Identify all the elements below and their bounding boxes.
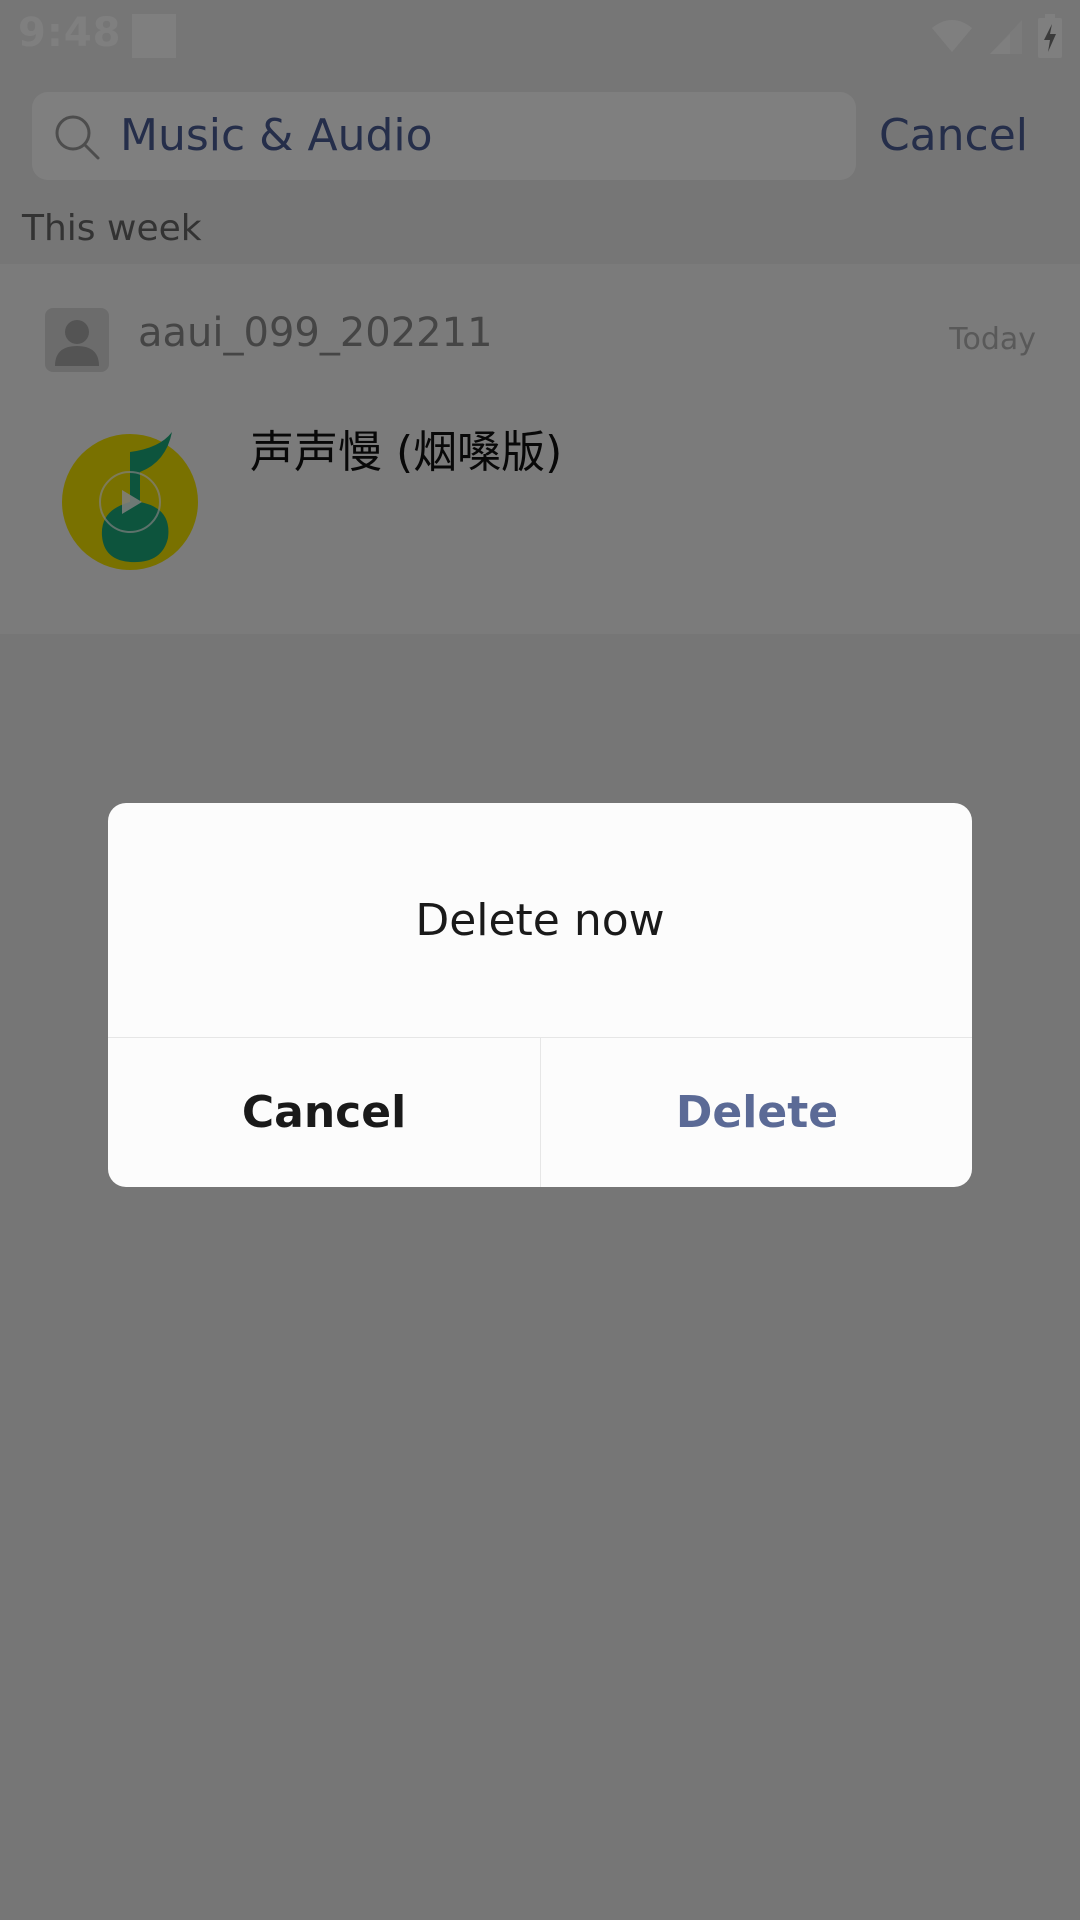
delete-confirm-dialog: Delete now Cancel Delete: [108, 803, 972, 1187]
dialog-delete-button[interactable]: Delete: [541, 1038, 972, 1187]
dialog-cancel-button[interactable]: Cancel: [108, 1038, 540, 1187]
dialog-message: Delete now: [415, 894, 665, 946]
